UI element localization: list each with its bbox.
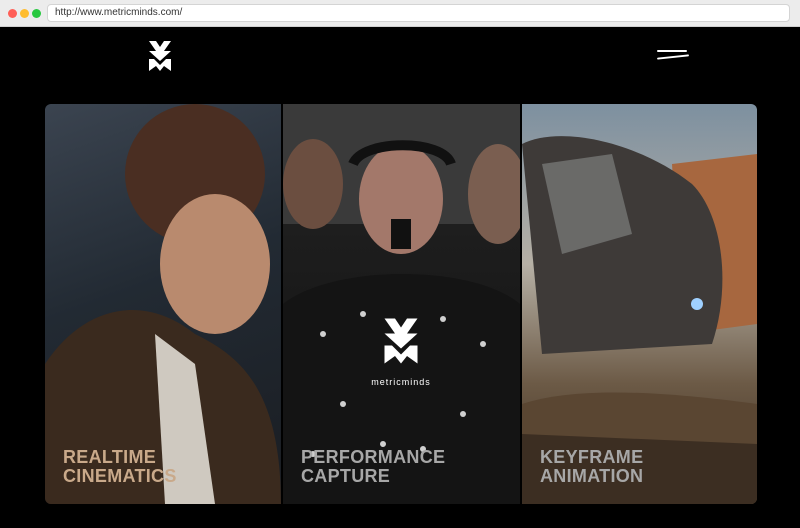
panel-title-line1: REALTIME: [63, 447, 157, 467]
panel-title-line2: CAPTURE: [301, 466, 391, 486]
panel-keyframe-animation[interactable]: KEYFRAME ANIMATION: [522, 104, 757, 504]
panel-title-line1: PERFORMANCE: [301, 447, 446, 467]
site-logo[interactable]: [146, 39, 174, 78]
address-bar[interactable]: http://www.metricminds.com/: [47, 4, 790, 22]
metricminds-x-logo-icon: [149, 41, 171, 71]
hamburger-menu-icon: [657, 50, 687, 52]
center-brand-logo: metricminds: [361, 312, 441, 387]
panel-performance-capture[interactable]: metricminds PERFORMANCE CAPTURE: [283, 104, 520, 504]
menu-button[interactable]: [655, 47, 691, 65]
robot-creature-image: [522, 136, 757, 504]
brand-wordmark: metricminds: [371, 377, 431, 387]
page-content: REALTIME CINEMATICS metricminds PERFORMA…: [0, 27, 800, 528]
service-panels: REALTIME CINEMATICS metricminds PERFORMA…: [45, 104, 757, 504]
panel-title-line2: ANIMATION: [540, 466, 644, 486]
metricminds-x-logo-icon: [384, 318, 418, 364]
panel-title: KEYFRAME ANIMATION: [540, 448, 643, 486]
maximize-window-icon[interactable]: [32, 9, 41, 18]
minimize-window-icon[interactable]: [20, 9, 29, 18]
panel-title: PERFORMANCE CAPTURE: [301, 448, 445, 486]
cinematic-character-image: [45, 104, 281, 504]
panel-title: REALTIME CINEMATICS: [63, 448, 177, 486]
mocap-actor-image: [283, 104, 520, 504]
panel-realtime-cinematics[interactable]: REALTIME CINEMATICS: [45, 104, 281, 504]
panel-title-line1: KEYFRAME: [540, 447, 644, 467]
hamburger-menu-icon-line: [656, 54, 690, 60]
panel-title-line2: CINEMATICS: [63, 466, 177, 486]
close-window-icon[interactable]: [8, 9, 17, 18]
browser-chrome: http://www.metricminds.com/: [0, 0, 800, 27]
